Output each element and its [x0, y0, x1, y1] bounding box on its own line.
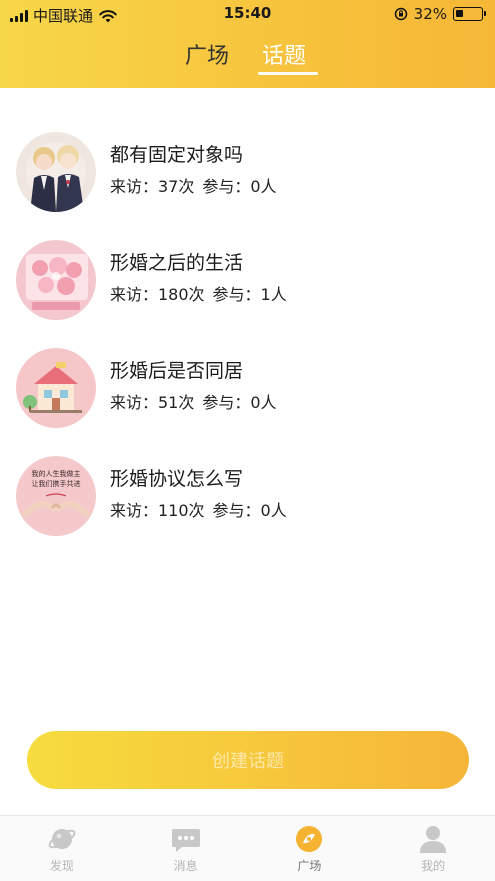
- tab-messages[interactable]: 消息: [124, 816, 248, 881]
- topic-page: 中国联通 15:40 32% 广场 话题 都有固定对象吗 来访：37次 参与：0…: [0, 0, 495, 881]
- battery-fill: [456, 10, 463, 17]
- status-right: 32%: [394, 5, 486, 23]
- topic-title: 都有固定对象吗: [110, 144, 244, 166]
- battery-percent: 32%: [413, 5, 447, 23]
- visit-count: 来访：180次: [110, 285, 205, 304]
- topic-title: 形婚之后的生活: [110, 252, 244, 274]
- list-item[interactable]: 形婚后是否同居 来访：51次 参与：0人: [0, 336, 495, 444]
- couple-illustration-icon: [16, 132, 96, 212]
- topic-avatar: [16, 132, 96, 212]
- tab-label: 我的: [421, 859, 446, 873]
- tab-mine[interactable]: 我的: [371, 816, 495, 881]
- header: 中国联通 15:40 32% 广场 话题: [0, 0, 495, 88]
- tab-label: 发现: [49, 859, 74, 873]
- pinky-promise-icon: 我的人生我做主 让我们携手共进: [16, 456, 96, 536]
- participant-count: 参与：0人: [202, 177, 277, 196]
- tab-discover[interactable]: 发现: [0, 816, 124, 881]
- list-item[interactable]: 形婚之后的生活 来访：180次 参与：1人: [0, 228, 495, 336]
- list-item[interactable]: 都有固定对象吗 来访：37次 参与：0人: [0, 120, 495, 228]
- participant-count: 参与：1人: [212, 285, 287, 304]
- tab-label: 消息: [173, 859, 198, 873]
- topic-stats: 来访：110次 参与：0人: [110, 497, 287, 521]
- visit-count: 来访：110次: [110, 501, 205, 520]
- plaza-icon: [296, 826, 323, 852]
- visit-count: 来访：51次: [110, 393, 195, 412]
- create-topic-button[interactable]: 创建话题: [27, 731, 469, 789]
- topic-stats: 来访：51次 参与：0人: [110, 389, 277, 413]
- participant-count: 参与：0人: [212, 501, 287, 520]
- topic-title: 形婚协议怎么写: [110, 468, 244, 490]
- tab-plaza[interactable]: 广场: [185, 38, 229, 70]
- tab-topic[interactable]: 话题: [262, 38, 306, 70]
- topic-stats: 来访：37次 参与：0人: [110, 173, 277, 197]
- topic-title: 形婚后是否同居: [110, 360, 244, 382]
- svg-text:让我们携手共进: 让我们携手共进: [32, 479, 81, 488]
- planet-icon: [48, 829, 76, 849]
- battery-icon: [453, 7, 486, 21]
- house-illustration-icon: [16, 348, 96, 428]
- topic-avatar: [16, 348, 96, 428]
- topic-avatar: [16, 240, 96, 320]
- svg-text:我的人生我做主: 我的人生我做主: [32, 469, 81, 478]
- active-tab-indicator: [258, 72, 318, 75]
- visit-count: 来访：37次: [110, 177, 195, 196]
- tab-plaza[interactable]: 广场: [248, 816, 372, 881]
- rotation-lock-icon: [394, 7, 407, 21]
- topic-list: 都有固定对象吗 来访：37次 参与：0人 形婚之后的生活 来访：180次 参与：…: [0, 120, 495, 552]
- top-tabs: 广场 话题: [0, 38, 495, 78]
- bottom-tab-bar: 发现 消息 广场 我的: [0, 815, 495, 881]
- topic-stats: 来访：180次 参与：1人: [110, 281, 287, 305]
- tab-label: 广场: [297, 859, 322, 873]
- person-icon: [420, 826, 447, 853]
- gift-box-icon: [16, 240, 96, 320]
- topic-avatar: 我的人生我做主 让我们携手共进: [16, 456, 96, 536]
- participant-count: 参与：0人: [202, 393, 277, 412]
- list-item[interactable]: 我的人生我做主 让我们携手共进 形婚协议怎么写 来访：110次 参与：0人: [0, 444, 495, 552]
- status-bar: 中国联通 15:40 32%: [0, 0, 495, 30]
- chat-icon: [171, 829, 200, 852]
